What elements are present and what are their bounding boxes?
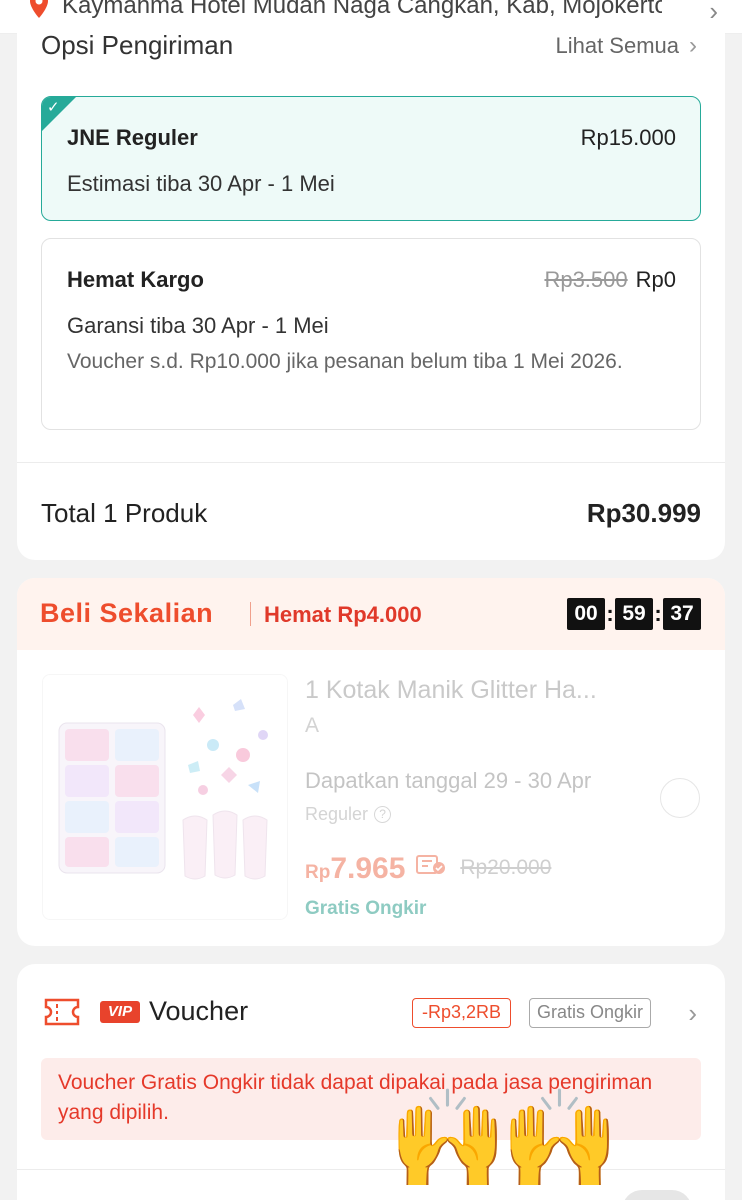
option-eta: Estimasi tiba 30 Apr - 1 Mei [67,171,335,196]
option-price: Rp0 [635,267,676,292]
price-value: 7.965 [330,852,406,885]
raised-hands-emoji: 🙌 [388,1086,508,1193]
shipping-option-hemat-kargo[interactable]: Hemat Kargo Rp3.500 Rp0 Garansi tiba 30 A… [41,238,701,430]
option-guarantee: Garansi tiba 30 Apr - 1 Mei [67,313,329,338]
ticket-icon [43,997,81,1032]
raised-hands-emoji: 🙌 [500,1086,620,1193]
bundle-saving: Hemat Rp4.000 [264,602,422,627]
address-text: Kaymanma Hotel Mudah Naga Cangkan, Kab, … [62,0,662,19]
price-original: Rp20.000 [460,856,552,879]
product-price: Rp7.965 Rp20.000 [305,852,551,886]
timer-separator: : [654,601,662,626]
see-all-link[interactable]: Lihat Semua › [555,32,697,60]
toggle-switch[interactable] [622,1190,692,1200]
free-shipping-label: Gratis Ongkir [305,898,427,919]
option-original-price: Rp3.500 [544,267,628,292]
discount-tag-icon [415,854,446,881]
check-icon: ✓ [47,99,60,116]
total-value: Rp30.999 [586,498,701,528]
help-icon[interactable]: ? [374,806,392,823]
chevron-right-icon: › [689,32,697,59]
chevron-right-icon[interactable]: › [688,998,697,1029]
product-image[interactable] [42,674,288,920]
timer-seconds: 37 [663,598,701,630]
see-all-label: Lihat Semua [555,33,679,58]
product-delivery-date: Dapatkan tanggal 29 - 30 Apr [305,768,592,793]
vip-badge: VIP [100,1001,140,1023]
product-name[interactable]: 1 Kotak Manik Glitter Ha... [305,676,645,705]
product-thumbnail-image [58,699,268,880]
timer-hours: 00 [567,598,605,630]
product-variant: A [305,714,320,737]
bundle-title: Beli Sekalian [40,598,214,628]
voucher-label: Voucher [149,996,249,1026]
bundle-card: Beli Sekalian Hemat Rp4.000 00 : 59 : 37 [17,578,725,946]
product-select-radio[interactable] [660,778,700,818]
countdown-timer: 00 : 59 : 37 [567,598,701,630]
price-currency: Rp [305,862,331,883]
shipping-title: Opsi Pengiriman [41,30,234,60]
option-price: Rp15.000 [580,125,676,150]
total-label: Total 1 Produk [41,498,208,528]
shipping-card: Opsi Pengiriman Lihat Semua › ✓ JNE Regul… [17,20,725,560]
free-shipping-chip: Gratis Ongkir [529,998,652,1028]
option-voucher-note: Voucher s.d. Rp10.000 jika pesanan belum… [67,350,623,373]
option-price-group: Rp3.500 Rp0 [544,267,676,293]
service-label: Reguler [305,804,369,824]
timer-minutes: 59 [615,598,653,630]
divider [17,462,725,463]
bundle-header: Beli Sekalian Hemat Rp4.000 00 : 59 : 37 [17,578,725,650]
shipping-option-jne[interactable]: ✓ JNE Reguler Rp15.000 Estimasi tiba 30 … [41,96,701,221]
divider [250,602,251,626]
product-service: Reguler? [305,804,392,825]
option-name: Hemat Kargo [67,267,204,292]
option-name: JNE Reguler [67,125,198,150]
discount-chip: -Rp3,2RB [412,998,512,1028]
timer-separator: : [606,601,614,626]
